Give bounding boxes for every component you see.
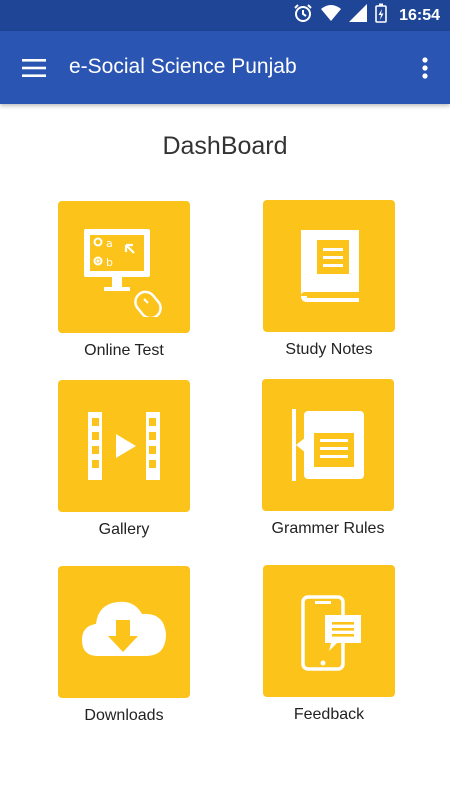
option-b-text: b [106,256,113,269]
gallery-tile[interactable]: Gallery [44,380,204,539]
gallery-label: Gallery [98,521,150,538]
gallery-button[interactable] [58,380,190,512]
grammer-rules-label: Grammer Rules [271,520,385,537]
signal-icon [349,4,368,27]
page-title: DashBoard [162,132,288,160]
study-notes-tile[interactable]: Study Notes [249,200,409,359]
feedback-button[interactable] [263,565,395,697]
downloads-label: Downloads [84,707,164,724]
hamburger-menu-icon [22,59,46,77]
online-test-icon: a b [84,229,162,317]
app-title: e-Social Science Punjab [69,55,297,78]
online-test-button[interactable]: a b [58,201,190,333]
study-notes-label: Study Notes [285,341,373,358]
feedback-tile[interactable]: Feedback [249,565,409,724]
book-icon [301,230,359,302]
menu-button[interactable] [14,53,54,83]
app-bar: e-Social Science Punjab [0,31,450,104]
more-vert-icon [422,57,428,79]
status-bar: 16:54 [0,0,450,31]
phone-feedback-icon [301,595,361,671]
downloads-tile[interactable]: Downloads [44,566,204,725]
online-test-label: Online Test [84,342,164,359]
grammer-rules-button[interactable] [262,379,394,511]
video-gallery-icon [88,412,160,480]
rules-document-icon [292,409,364,481]
battery-icon [375,3,387,28]
status-icons: 16:54 [293,0,440,31]
overflow-menu-button[interactable] [410,53,440,83]
downloads-button[interactable] [58,566,190,698]
wifi-icon [321,4,342,27]
cloud-download-icon [82,601,166,656]
grammer-rules-tile[interactable]: Grammer Rules [248,379,408,538]
alarm-icon [293,3,313,28]
study-notes-button[interactable] [263,200,395,332]
status-time: 16:54 [399,6,440,24]
feedback-label: Feedback [293,706,365,723]
online-test-tile[interactable]: a b Online Test [44,201,204,360]
option-a-text: a [106,237,113,250]
